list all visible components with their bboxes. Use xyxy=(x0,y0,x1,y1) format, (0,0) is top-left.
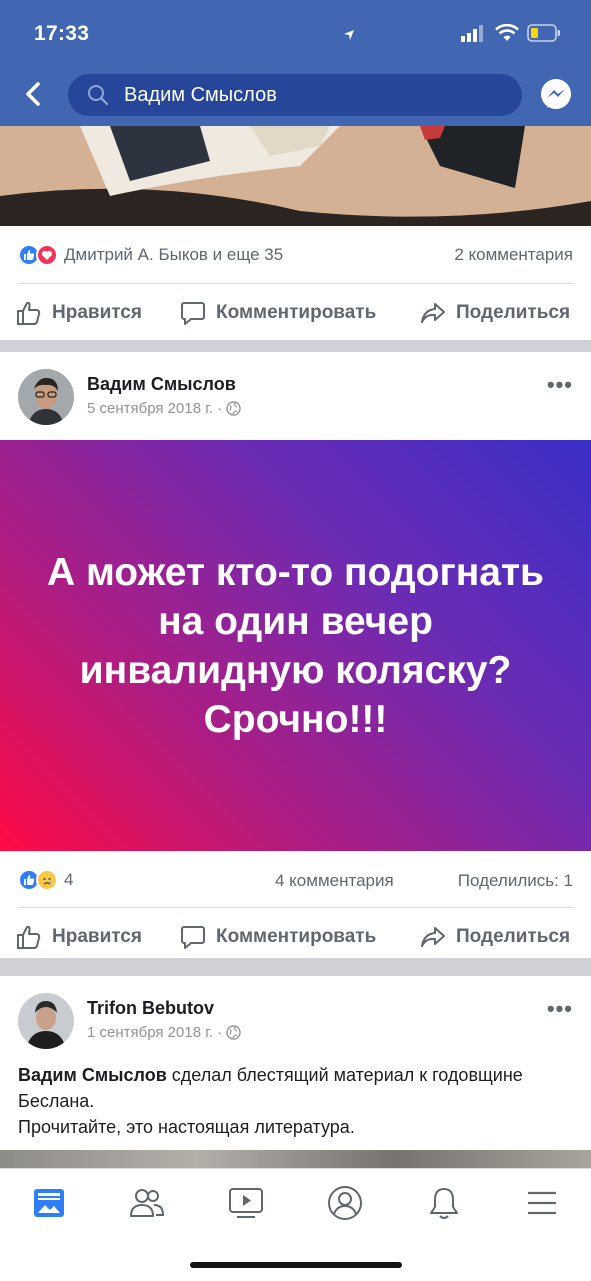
comment-label: Комментировать xyxy=(216,926,377,947)
post-author[interactable]: Вадим Смыслов xyxy=(87,374,236,395)
status-time: 17:33 xyxy=(34,22,90,45)
post-date[interactable]: 1 сентября 2018 г. · xyxy=(87,1024,241,1041)
like-label: Нравится xyxy=(52,926,142,947)
tab-menu[interactable] xyxy=(522,1183,562,1223)
post-image-fragment[interactable] xyxy=(0,1150,591,1168)
messenger-icon[interactable] xyxy=(538,77,574,113)
share-icon xyxy=(421,303,445,323)
menu-icon xyxy=(528,1191,556,1215)
magazine-photo xyxy=(0,126,591,226)
tab-news-feed[interactable] xyxy=(29,1183,69,1223)
post-2: Вадим Смыслов 5 сентября 2018 г. · ••• А… xyxy=(0,352,591,958)
share-label: Поделиться xyxy=(456,926,571,947)
status-icons xyxy=(344,24,561,42)
post-separator xyxy=(0,340,591,352)
share-icon xyxy=(421,927,445,947)
friends-icon xyxy=(130,1189,165,1217)
post-body-line2: Прочитайте, это настоящая литература. xyxy=(18,1117,355,1137)
tab-notifications[interactable] xyxy=(424,1183,464,1223)
post-author[interactable]: Trifon Bebutov xyxy=(87,998,214,1019)
more-options-icon[interactable]: ••• xyxy=(547,372,573,398)
comment-button[interactable]: Комментировать xyxy=(180,924,376,950)
avatar[interactable] xyxy=(18,369,74,425)
comment-count[interactable]: 4 комментария xyxy=(275,871,394,891)
mentioned-user[interactable]: Вадим Смыслов xyxy=(18,1065,167,1085)
search-icon xyxy=(88,85,109,106)
like-button[interactable]: Нравится xyxy=(16,924,142,950)
divider xyxy=(18,907,574,908)
comment-icon xyxy=(181,302,205,325)
comment-button[interactable]: Комментировать xyxy=(180,300,376,326)
home-indicator xyxy=(190,1262,402,1268)
reaction-summary[interactable]: Дмитрий А. Быков и еще 35 xyxy=(18,244,283,266)
more-options-icon[interactable]: ••• xyxy=(547,996,573,1022)
divider xyxy=(18,283,574,284)
share-button[interactable]: Поделиться xyxy=(420,300,570,326)
location-icon xyxy=(344,30,354,40)
reaction-count: 4 xyxy=(64,870,74,889)
reaction-names: Дмитрий А. Быков и еще 35 xyxy=(64,245,284,264)
search-input[interactable]: Вадим Смыслов xyxy=(68,74,522,116)
comment-icon xyxy=(181,926,205,949)
share-label: Поделиться xyxy=(456,302,571,323)
comment-label: Комментировать xyxy=(216,302,377,323)
thumbs-up-icon xyxy=(17,925,41,949)
post-date-text: 5 сентября 2018 г. · xyxy=(87,400,223,417)
notifications-icon xyxy=(430,1188,458,1219)
post-text-banner[interactable]: А может кто-то подогнать на один вечер и… xyxy=(0,440,591,851)
sad-reaction-icon xyxy=(36,869,58,891)
news-feed-icon xyxy=(34,1189,64,1217)
post-1-footer: Дмитрий А. Быков и еще 35 2 комментария … xyxy=(0,226,591,340)
share-count[interactable]: Поделились: 1 xyxy=(458,871,573,891)
banner-text: А может кто-то подогнать на один вечер и… xyxy=(46,550,545,741)
back-button[interactable] xyxy=(18,78,50,110)
globe-icon xyxy=(226,1025,241,1040)
love-reaction-icon xyxy=(36,244,58,266)
reaction-summary[interactable]: 4 xyxy=(18,869,73,891)
share-button[interactable]: Поделиться xyxy=(420,924,570,950)
post-body: Вадим Смыслов сделал блестящий материал … xyxy=(18,1062,578,1140)
tab-profile[interactable] xyxy=(325,1183,365,1223)
thumbs-up-icon xyxy=(17,301,41,325)
post-date[interactable]: 5 сентября 2018 г. · xyxy=(87,400,241,417)
post-image-fragment[interactable] xyxy=(0,126,591,226)
post-date-text: 1 сентября 2018 г. · xyxy=(87,1024,223,1041)
profile-icon xyxy=(328,1186,362,1220)
watch-icon xyxy=(229,1188,263,1218)
like-button[interactable]: Нравится xyxy=(16,300,142,326)
avatar[interactable] xyxy=(18,993,74,1049)
tab-watch[interactable] xyxy=(226,1183,266,1223)
wifi-icon xyxy=(495,24,519,41)
like-label: Нравится xyxy=(52,302,142,323)
search-query: Вадим Смыслов xyxy=(124,83,277,106)
signal-icon xyxy=(461,25,483,42)
comment-count[interactable]: 2 комментария xyxy=(454,245,573,265)
tab-friends[interactable] xyxy=(127,1183,167,1223)
post-3: Trifon Bebutov 1 сентября 2018 г. · ••• … xyxy=(0,976,591,1168)
top-bar: 17:33 Вадим Смыслов xyxy=(0,0,591,126)
globe-icon xyxy=(226,401,241,416)
battery-icon xyxy=(527,24,560,42)
post-separator xyxy=(0,964,591,976)
